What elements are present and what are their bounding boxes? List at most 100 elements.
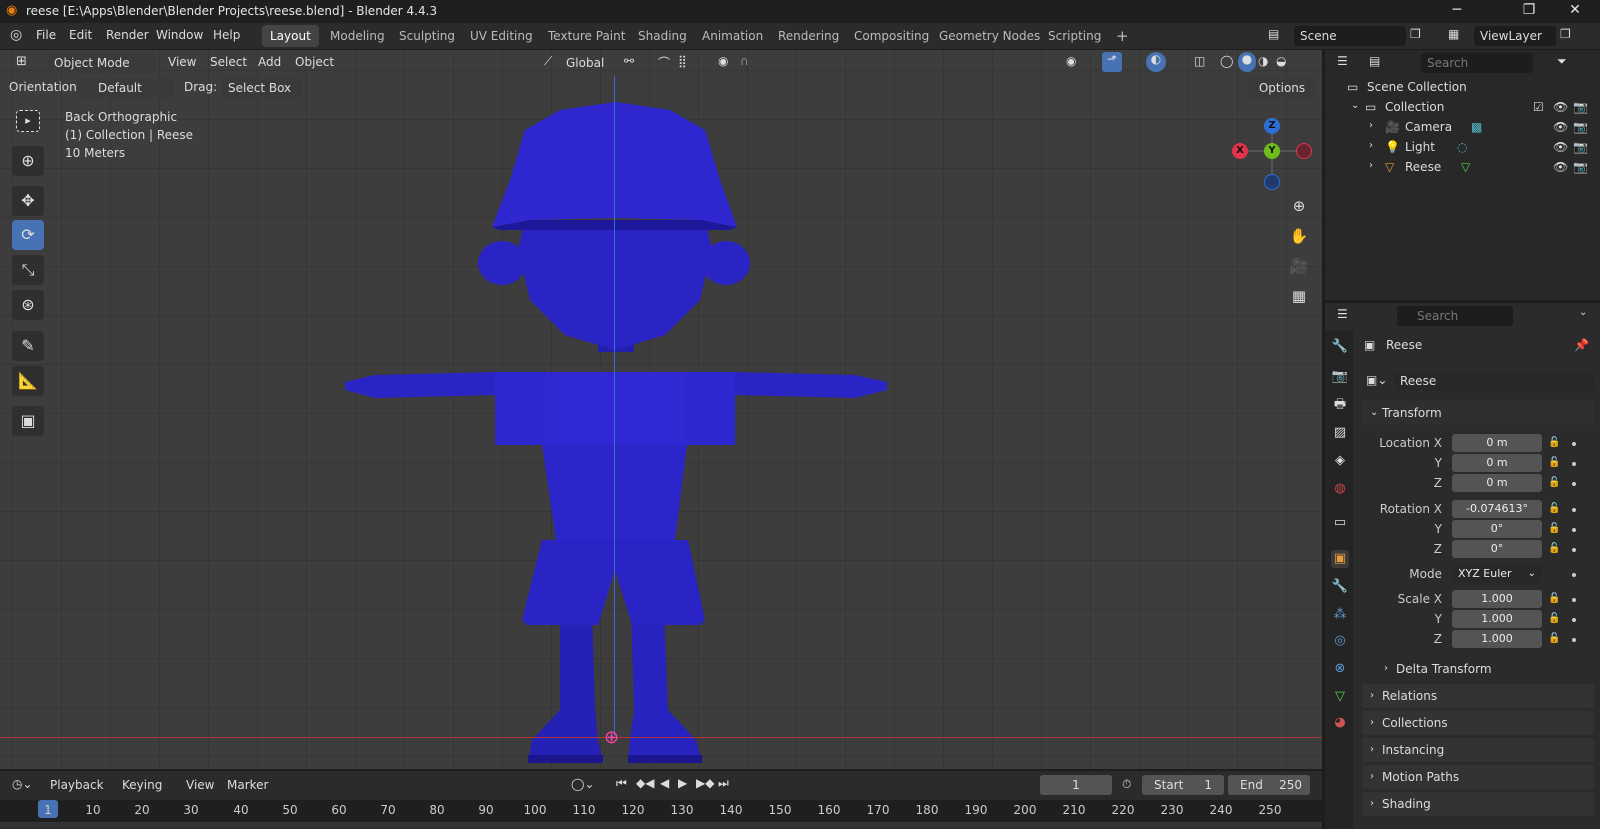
add-cube-tool[interactable]: ▣ [12, 406, 44, 436]
scene-selector[interactable]: Scene [1294, 26, 1406, 46]
collection-row[interactable]: ⌄ ▭ Collection ☑ 👁 📷 [1325, 98, 1600, 118]
jump-end-icon[interactable]: ⏭ [718, 776, 729, 791]
gizmo-neg-z-icon[interactable] [1264, 174, 1280, 190]
blender-menu-icon[interactable]: ◎ [10, 27, 22, 43]
reese-mesh[interactable] [345, 102, 887, 763]
tab-scripting[interactable]: Scripting [1040, 25, 1109, 47]
keyframe-dot-icon[interactable] [1572, 548, 1576, 552]
scale-z-field[interactable]: 1.000 [1452, 630, 1542, 648]
display-mode-icon[interactable]: ▤ [1369, 54, 1380, 68]
maximize-button[interactable]: ❐ [1506, 2, 1552, 18]
wireframe-shading-icon[interactable]: ◯ [1220, 54, 1233, 68]
outliner-editor-icon[interactable]: ☰ [1337, 54, 1348, 68]
viewport-menu-view[interactable]: View [168, 55, 196, 69]
cursor-tool[interactable]: ⊕ [12, 146, 44, 176]
gizmo-y-icon[interactable]: Y [1264, 143, 1280, 159]
rotation-x-field[interactable]: -0.074613° [1452, 500, 1542, 518]
relations-panel[interactable]: › Relations [1362, 684, 1594, 708]
properties-search-input[interactable]: Search [1397, 306, 1513, 326]
properties-editor-icon[interactable]: ☰ [1337, 307, 1348, 321]
snap-icon[interactable]: ⌒ [658, 54, 670, 71]
lock-icon[interactable]: 🔓 [1548, 613, 1560, 624]
pan-hand-icon[interactable]: ✋ [1286, 223, 1312, 249]
rotation-mode-selector[interactable]: XYZ Euler ⌄ [1452, 565, 1542, 583]
eye-icon[interactable]: 👁 [1553, 140, 1568, 154]
play-icon[interactable]: ▶ [678, 776, 687, 790]
scene-tab-icon[interactable]: ◈ [1331, 452, 1349, 470]
shading-panel[interactable]: › Shading [1362, 792, 1594, 816]
data-tab-icon[interactable]: ▽ [1331, 688, 1349, 706]
viewport-menu-object[interactable]: Object [295, 55, 334, 69]
menu-window[interactable]: Window [156, 28, 203, 42]
navigation-gizmo[interactable]: Z X Y [1232, 118, 1312, 198]
current-frame-field[interactable]: 1 [1040, 775, 1112, 795]
chevron-right-icon[interactable]: › [1369, 140, 1373, 151]
preview-range-icon[interactable]: ⏱ [1122, 777, 1131, 792]
menu-file[interactable]: File [36, 28, 56, 42]
new-view-layer-icon[interactable]: ❐ [1560, 27, 1571, 41]
tab-shading[interactable]: Shading [630, 25, 695, 47]
collections-panel[interactable]: › Collections [1362, 711, 1594, 735]
object-data-selector-icon[interactable]: ▣⌄ [1366, 373, 1387, 387]
3d-viewport[interactable] [0, 50, 1322, 769]
keyframe-dot-icon[interactable] [1572, 598, 1576, 602]
close-button[interactable]: ✕ [1552, 2, 1598, 18]
gizmo-z-icon[interactable]: Z [1264, 118, 1280, 134]
minimize-button[interactable]: ─ [1434, 2, 1480, 18]
lock-icon[interactable]: 🔓 [1548, 503, 1560, 514]
world-tab-icon[interactable]: ◍ [1331, 480, 1349, 498]
keyframe-dot-icon[interactable] [1572, 442, 1576, 446]
filter-icon[interactable]: ⏷ [1557, 54, 1567, 69]
camera-data-icon[interactable]: ▩ [1471, 120, 1482, 134]
modifier-tab-icon[interactable]: 🔧 [1331, 578, 1349, 596]
outliner-item-light[interactable]: › 💡 Light ◌ 👁 📷 [1325, 138, 1600, 158]
select-box-tool[interactable]: ▸ [16, 110, 40, 132]
exclude-checkbox-icon[interactable]: ☑ [1533, 100, 1544, 114]
add-workspace-button[interactable]: + [1108, 25, 1137, 47]
gizmo-x-icon[interactable]: X [1232, 143, 1248, 159]
tab-rendering[interactable]: Rendering [770, 25, 847, 47]
snap-target-icon[interactable]: ⣿ [678, 54, 687, 68]
pin-icon[interactable]: 📌 [1574, 338, 1589, 352]
eye-icon[interactable]: 👁 [1553, 160, 1568, 174]
timeline-scrollbar[interactable] [0, 822, 1322, 828]
view-layer-selector[interactable]: ViewLayer [1474, 26, 1556, 46]
eye-icon[interactable]: 👁 [1553, 120, 1568, 134]
object-tab-icon[interactable]: ▣ [1331, 550, 1349, 568]
outliner-search-input[interactable]: Search [1421, 53, 1533, 73]
location-z-field[interactable]: 0 m [1452, 474, 1542, 492]
scene-collection-row[interactable]: ▭ Scene Collection [1325, 78, 1600, 98]
keyframe-dot-icon[interactable] [1572, 462, 1576, 466]
render-tab-icon[interactable]: 📷 [1331, 368, 1349, 386]
camera-view-icon[interactable]: 🎥 [1286, 253, 1312, 279]
3d-cursor-icon[interactable]: ⊕ [604, 727, 619, 748]
lock-icon[interactable]: 🔓 [1548, 633, 1560, 644]
timeline-menu-view[interactable]: View [186, 778, 214, 792]
material-shading-icon[interactable]: ◑ [1258, 54, 1268, 68]
transform-tool[interactable]: ⊛ [12, 290, 44, 320]
end-frame-field[interactable]: End 250 [1228, 775, 1310, 795]
editor-type-icon[interactable]: ⊞ [16, 54, 27, 69]
location-x-field[interactable]: 0 m [1452, 434, 1542, 452]
chevron-down-icon[interactable]: ⌄ [1351, 100, 1359, 111]
viewport-menu-add[interactable]: Add [258, 55, 281, 69]
keyframe-dot-icon[interactable] [1572, 638, 1576, 642]
tab-sculpting[interactable]: Sculpting [391, 25, 463, 47]
gizmo-neg-x-icon[interactable] [1296, 143, 1312, 159]
prev-keyframe-icon[interactable]: ◆◀ [636, 776, 654, 790]
timeline-menu-marker[interactable]: Marker [227, 778, 268, 792]
tab-modeling[interactable]: Modeling [322, 25, 393, 47]
tool-tab-icon[interactable]: 🔧 [1331, 338, 1349, 356]
transform-orientation-selector[interactable]: Global [560, 53, 614, 73]
chevron-right-icon[interactable]: › [1369, 120, 1373, 131]
view-layer-tab-icon[interactable]: ▨ [1331, 424, 1349, 442]
physics-tab-icon[interactable]: ◎ [1331, 632, 1349, 650]
scale-y-field[interactable]: 1.000 [1452, 610, 1542, 628]
scene-icon[interactable]: ▤ [1268, 27, 1279, 41]
menu-render[interactable]: Render [106, 28, 149, 42]
rotation-y-field[interactable]: 0° [1452, 520, 1542, 538]
start-frame-field[interactable]: Start 1 [1142, 775, 1224, 795]
falloff-icon[interactable]: ∩ [740, 54, 749, 68]
rotation-z-field[interactable]: 0° [1452, 540, 1542, 558]
tab-geometry-nodes[interactable]: Geometry Nodes [931, 25, 1048, 47]
